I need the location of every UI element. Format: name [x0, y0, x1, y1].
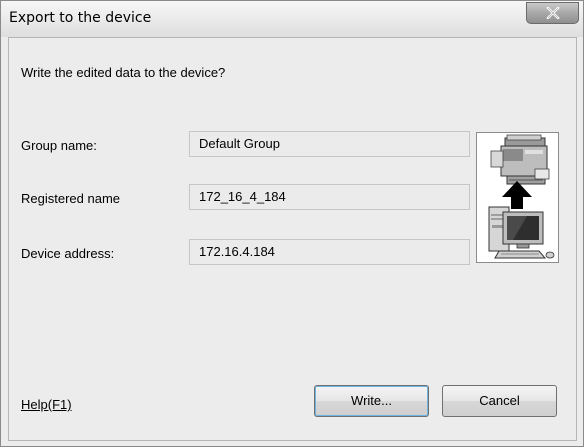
write-button[interactable]: Write...	[314, 385, 429, 417]
registered-name-field: 172_16_4_184	[189, 184, 470, 210]
close-button[interactable]	[526, 2, 579, 24]
device-address-label: Device address:	[21, 246, 115, 261]
export-dialog: Export to the device Write the edited da…	[0, 0, 584, 447]
window-title: Export to the device	[9, 10, 152, 26]
cancel-button[interactable]: Cancel	[442, 385, 557, 417]
help-link[interactable]: Help(F1)	[21, 397, 72, 412]
title-bar: Export to the device	[1, 1, 583, 37]
group-name-field: Default Group	[189, 131, 470, 157]
device-address-field: 172.16.4.184	[189, 239, 470, 265]
close-icon	[546, 7, 560, 19]
printer-export-from-pc-icon	[488, 134, 555, 259]
confirm-prompt: Write the edited data to the device?	[21, 65, 226, 80]
registered-name-label: Registered name	[21, 191, 120, 206]
export-illustration	[476, 132, 559, 263]
group-name-label: Group name:	[21, 138, 97, 153]
